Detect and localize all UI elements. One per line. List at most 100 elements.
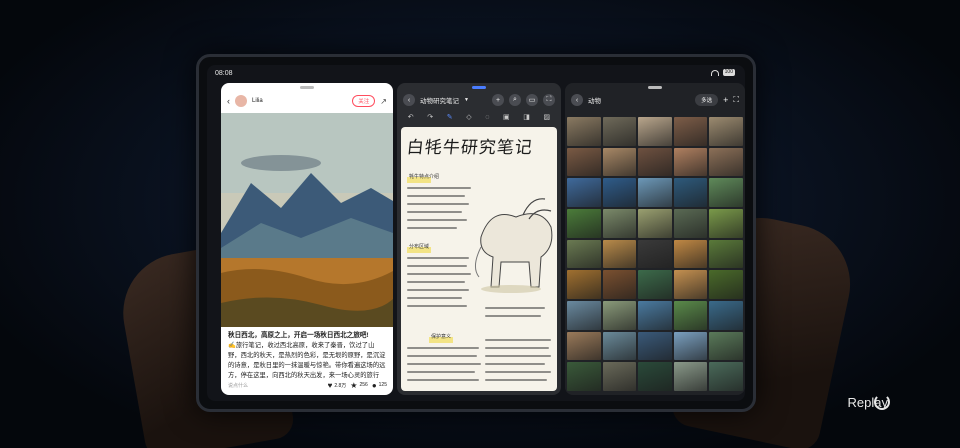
photo-thumbnail[interactable] <box>638 117 672 146</box>
photo-thumbnail[interactable] <box>638 331 672 361</box>
photo-thumbnail[interactable] <box>709 178 743 207</box>
photo-thumbnail[interactable] <box>638 147 672 177</box>
like-stat[interactable]: ♥ 2.8万 <box>328 381 347 390</box>
photo-thumbnail[interactable] <box>709 300 743 330</box>
pane-handle[interactable] <box>648 86 662 89</box>
tablet-device: 08:08 100 ‹ Lilia 关注 ↗ 秋日西北，高原之上，开启一场秋日西… <box>196 54 756 412</box>
photo-thumbnail[interactable] <box>673 362 708 391</box>
photo-thumbnail[interactable] <box>709 270 743 299</box>
social-post-pane[interactable]: ‹ Lilia 关注 ↗ 秋日西北，高原之上，开启一场秋日西北之旅吧! ✍️旅行… <box>221 83 393 395</box>
photo-thumbnail[interactable] <box>673 331 708 361</box>
favorite-count: 256 <box>359 382 368 388</box>
pane-handle[interactable] <box>300 86 314 89</box>
photo-thumbnail[interactable] <box>673 208 708 238</box>
photo-thumbnail[interactable] <box>638 208 672 238</box>
note-title: 白牦牛研究笔记 <box>405 138 534 158</box>
photo-thumbnail[interactable] <box>567 362 601 391</box>
search-icon[interactable]: ⌕ <box>509 94 521 106</box>
photo-thumbnail[interactable] <box>602 208 637 238</box>
photo-thumbnail[interactable] <box>673 178 708 207</box>
back-icon[interactable]: ‹ <box>227 96 230 106</box>
image-icon[interactable]: ▨ <box>544 113 551 121</box>
comment-icon: ● <box>371 380 377 390</box>
photo-grid <box>565 117 745 391</box>
photo-thumbnail[interactable] <box>602 239 637 269</box>
undo-icon[interactable]: ↶ <box>408 113 414 121</box>
pen-icon[interactable]: ✎ <box>447 113 453 121</box>
add-icon[interactable]: + <box>492 94 504 106</box>
fullscreen-icon[interactable]: ⛶ <box>733 95 739 105</box>
post-body: ✍️旅行笔记，收过西北高原，收来了秦晋，饮过了山野，西北的秋天，是热烈的色彩，是… <box>228 342 386 379</box>
photo-thumbnail[interactable] <box>709 147 743 177</box>
shape-icon[interactable]: ▣ <box>503 113 510 121</box>
notes-toolbar: ‹ 动物研究笔记 ▼ + ⌕ ▭ ⛶ <box>397 91 561 109</box>
photo-thumbnail[interactable] <box>602 270 637 299</box>
section-label: 分布区域 <box>409 244 430 250</box>
comment-input[interactable]: 说点什么 <box>228 382 248 389</box>
photo-thumbnail[interactable] <box>638 300 672 330</box>
status-time: 08:08 <box>215 70 233 77</box>
notebook-name[interactable]: 动物研究笔记 <box>420 95 459 105</box>
photo-thumbnail[interactable] <box>567 178 601 207</box>
yak-sketch <box>475 198 553 293</box>
photo-thumbnail[interactable] <box>567 117 601 146</box>
photo-thumbnail[interactable] <box>673 300 708 330</box>
photo-thumbnail[interactable] <box>567 300 601 330</box>
photo-thumbnail[interactable] <box>602 117 637 146</box>
note-page[interactable]: 白牦牛研究笔记 牦牛特点介绍 分布区域 保护意义 <box>401 127 557 391</box>
section-label: 牦牛特点介绍 <box>409 174 440 180</box>
avatar[interactable] <box>235 95 247 107</box>
album-name: 动物 <box>588 98 601 105</box>
photo-thumbnail[interactable] <box>567 147 601 177</box>
follow-button[interactable]: 关注 <box>352 95 376 107</box>
lasso-icon[interactable]: ◌ <box>485 114 489 121</box>
photo-thumbnail[interactable] <box>567 270 601 299</box>
post-text: 秋日西北，高原之上，开启一场秋日西北之旅吧! ✍️旅行笔记，收过西北高原，收来了… <box>228 331 386 381</box>
photo-thumbnail[interactable] <box>567 239 601 269</box>
username[interactable]: Lilia <box>252 98 263 104</box>
multi-select-button[interactable]: 多选 <box>695 94 719 106</box>
eraser-icon[interactable]: ◇ <box>466 113 471 121</box>
photo-thumbnail[interactable] <box>673 117 708 146</box>
share-icon[interactable]: ↗ <box>380 97 387 106</box>
chevron-down-icon[interactable]: ▼ <box>464 97 469 103</box>
photo-thumbnail[interactable] <box>638 270 672 299</box>
add-icon[interactable]: + <box>723 95 728 105</box>
redo-icon[interactable]: ↷ <box>427 113 433 121</box>
sticker-icon[interactable]: ◨ <box>523 113 530 121</box>
comment-stat[interactable]: ● 125 <box>372 381 387 390</box>
photo-thumbnail[interactable] <box>567 331 601 361</box>
view-icon[interactable]: ▭ <box>526 94 538 106</box>
section-label: 保护意义 <box>431 334 452 340</box>
photo-thumbnail[interactable] <box>673 239 708 269</box>
back-icon[interactable]: ‹ <box>403 94 415 106</box>
fullscreen-icon[interactable]: ⛶ <box>543 94 555 106</box>
photo-thumbnail[interactable] <box>602 300 637 330</box>
replay-icon[interactable] <box>874 394 890 410</box>
photo-thumbnail[interactable] <box>673 147 708 177</box>
photo-thumbnail[interactable] <box>567 208 601 238</box>
photo-thumbnail[interactable] <box>709 117 743 146</box>
photo-thumbnail[interactable] <box>673 270 708 299</box>
pane-handle[interactable] <box>472 86 486 89</box>
status-bar: 08:08 100 <box>207 65 745 81</box>
like-count: 2.8万 <box>334 382 347 389</box>
notes-pane[interactable]: ‹ 动物研究笔记 ▼ + ⌕ ▭ ⛶ ↶ ↷ ✎ ◇ ◌ ▣ ◨ ▨ 白牦牛研究… <box>397 83 561 395</box>
photo-thumbnail[interactable] <box>602 178 637 207</box>
landscape-painting-image <box>221 113 393 327</box>
photo-thumbnail[interactable] <box>638 178 672 207</box>
tablet-screen: 08:08 100 ‹ Lilia 关注 ↗ 秋日西北，高原之上，开启一场秋日西… <box>207 65 745 401</box>
favorite-stat[interactable]: ★ 256 <box>350 381 368 390</box>
photo-thumbnail[interactable] <box>602 362 637 391</box>
photo-thumbnail[interactable] <box>709 362 743 391</box>
photo-thumbnail[interactable] <box>709 239 743 269</box>
photo-thumbnail[interactable] <box>602 331 637 361</box>
photo-thumbnail[interactable] <box>638 362 672 391</box>
photo-thumbnail[interactable] <box>638 239 672 269</box>
photo-thumbnail[interactable] <box>709 208 743 238</box>
back-icon[interactable]: ‹ <box>571 94 583 106</box>
photo-thumbnail[interactable] <box>602 147 637 177</box>
gallery-pane[interactable]: ‹ 动物 多选 + ⛶ <box>565 83 745 395</box>
photo-thumbnail[interactable] <box>709 331 743 361</box>
pen-toolbar: ↶ ↷ ✎ ◇ ◌ ▣ ◨ ▨ <box>397 111 561 123</box>
